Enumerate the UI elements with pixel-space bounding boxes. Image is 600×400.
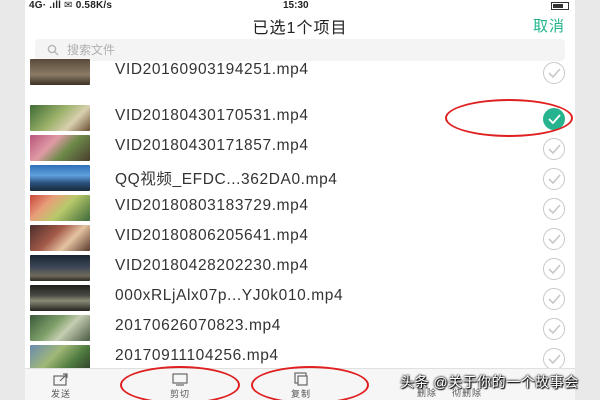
file-name: VID20160903194251.mp4 xyxy=(115,61,309,78)
file-name: VID20180428202230.mp4 xyxy=(115,257,309,274)
file-name: 000xRLjAlx07p...YJ0k010.mp4 xyxy=(115,287,344,304)
video-thumbnail xyxy=(30,105,90,131)
video-thumbnail xyxy=(30,59,90,85)
share-icon xyxy=(53,373,68,386)
status-network: 4G· .ıll ✉ 0.58K/s xyxy=(29,0,113,11)
copy-button[interactable]: 复制 xyxy=(271,372,331,400)
select-checkbox[interactable] xyxy=(543,168,565,190)
checkmark-icon xyxy=(548,174,561,184)
file-name: VID20180430170531.mp4 xyxy=(115,107,309,124)
cut-icon xyxy=(172,373,188,386)
list-item[interactable]: VID20180430170531.mp4 xyxy=(25,103,575,133)
select-checkbox[interactable] xyxy=(543,258,565,280)
cancel-button[interactable]: 取消 xyxy=(533,15,565,36)
list-item[interactable]: VID20180803183729.mp4 xyxy=(25,193,575,223)
select-checkbox[interactable] xyxy=(543,62,565,84)
select-checkbox[interactable] xyxy=(543,108,565,130)
file-name: 20170911104256.mp4 xyxy=(115,347,279,364)
video-thumbnail xyxy=(30,165,90,191)
select-checkbox[interactable] xyxy=(543,138,565,160)
cut-label: 剪切 xyxy=(169,389,190,399)
file-name: QQ视频_EFDC...362DA0.mp4 xyxy=(115,171,338,188)
status-clock: 15:30 xyxy=(283,0,309,11)
watermark-text: 头条 @关于你的一个故事会 xyxy=(400,374,579,390)
select-checkbox[interactable] xyxy=(543,228,565,250)
checkmark-icon xyxy=(548,354,561,364)
video-thumbnail xyxy=(30,195,90,221)
cut-button[interactable]: 剪切 xyxy=(150,372,210,400)
checkmark-icon xyxy=(548,234,561,244)
list-item[interactable]: 000xRLjAlx07p...YJ0k010.mp4 xyxy=(25,283,575,313)
checkmark-icon xyxy=(548,114,561,124)
select-checkbox[interactable] xyxy=(543,288,565,310)
list-item[interactable]: VID20180806205641.mp4 xyxy=(25,223,575,253)
file-name: VID20180806205641.mp4 xyxy=(115,227,309,244)
checkmark-icon xyxy=(548,294,561,304)
select-checkbox[interactable] xyxy=(543,348,565,370)
checkmark-icon xyxy=(548,144,561,154)
phone-screen: 4G· .ıll ✉ 0.58K/s 15:30 已选1个项目 取消 VID20… xyxy=(25,0,575,400)
video-thumbnail xyxy=(30,315,90,341)
list-item[interactable]: QQ视频_EFDC...362DA0.mp4 xyxy=(25,163,575,193)
file-name: VID20180803183729.mp4 xyxy=(115,197,309,214)
search-input[interactable] xyxy=(67,43,467,57)
select-checkbox[interactable] xyxy=(543,318,565,340)
video-thumbnail xyxy=(30,135,90,161)
checkmark-icon xyxy=(548,68,561,78)
list-item[interactable]: VID20160903194251.mp4 xyxy=(25,57,575,87)
video-thumbnail xyxy=(30,255,90,281)
page-title: 已选1个项目 xyxy=(252,20,348,37)
list-item[interactable]: VID20180428202230.mp4 xyxy=(25,253,575,283)
selection-header: 已选1个项目 取消 xyxy=(25,13,575,37)
send-label: 发送 xyxy=(50,389,71,399)
battery-icon xyxy=(551,2,569,10)
copy-icon xyxy=(294,372,308,386)
select-checkbox[interactable] xyxy=(543,198,565,220)
checkmark-icon xyxy=(548,204,561,214)
video-thumbnail xyxy=(30,285,90,311)
list-item[interactable]: VID20180430171857.mp4 xyxy=(25,133,575,163)
file-name: VID20180430171857.mp4 xyxy=(115,137,309,154)
send-button[interactable]: 发送 xyxy=(31,372,91,400)
video-thumbnail xyxy=(30,225,90,251)
copy-label: 复制 xyxy=(290,389,311,399)
checkmark-icon xyxy=(548,324,561,334)
status-bar: 4G· .ıll ✉ 0.58K/s 15:30 xyxy=(25,0,575,13)
file-name: 20170626070823.mp4 xyxy=(115,317,281,334)
list-item[interactable]: 20170626070823.mp4 xyxy=(25,313,575,343)
checkmark-icon xyxy=(548,264,561,274)
search-icon xyxy=(47,44,59,56)
status-icons xyxy=(551,2,569,10)
